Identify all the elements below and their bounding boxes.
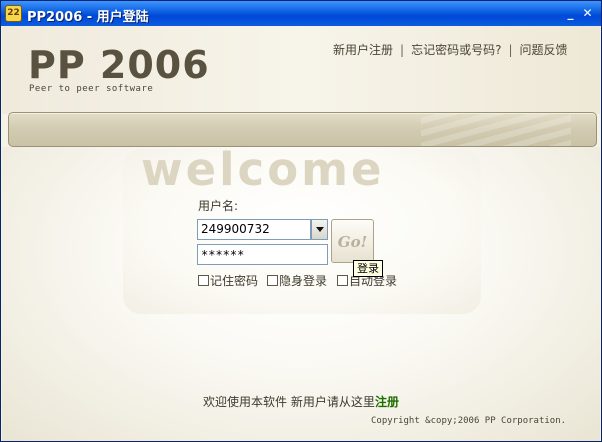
username-label: 用户名: bbox=[198, 199, 239, 213]
checkbox-box[interactable] bbox=[267, 275, 278, 286]
forgot-password-link[interactable]: 忘记密码或号码? bbox=[411, 43, 501, 57]
register-link[interactable]: 注册 bbox=[375, 393, 399, 410]
login-window: 22 PP2006 - 用户登陆 _ ✕ PP 2006 Peer to pee… bbox=[0, 0, 602, 442]
title-bar[interactable]: 22 PP2006 - 用户登陆 _ ✕ bbox=[1, 1, 601, 26]
remember-password-checkbox[interactable]: 记住密码 bbox=[198, 272, 258, 289]
checkbox-box[interactable] bbox=[198, 275, 209, 286]
logo-text: PP 2006 bbox=[28, 43, 210, 87]
header: PP 2006 Peer to peer software 新用户注册 | 忘记密码… bbox=[2, 26, 600, 114]
password-field[interactable]: ****** bbox=[197, 244, 328, 265]
remember-password-label: 记住密码 bbox=[210, 274, 259, 288]
close-button[interactable]: ✕ bbox=[580, 6, 595, 21]
username-combobox[interactable]: 249900732 bbox=[197, 219, 311, 240]
register-link-top[interactable]: 新用户注册 bbox=[333, 43, 393, 57]
copyright-text: Copyright &copy;2006 PP Corporation. bbox=[371, 416, 567, 426]
banner-decoration bbox=[421, 114, 571, 146]
invisible-login-checkbox[interactable]: 隐身登录 bbox=[267, 272, 327, 289]
chevron-down-icon[interactable] bbox=[311, 219, 328, 240]
footer-welcome-text: 欢迎使用本软件 新用户请从这里 bbox=[203, 395, 375, 409]
minimize-button[interactable]: _ bbox=[563, 6, 578, 21]
feedback-link[interactable]: 问题反馈 bbox=[519, 43, 567, 57]
go-login-button[interactable]: Go! bbox=[331, 219, 374, 263]
logo-tagline: Peer to peer software bbox=[29, 84, 154, 94]
link-separator: | bbox=[508, 43, 513, 57]
invisible-login-label: 隐身登录 bbox=[279, 274, 328, 288]
app-icon: 22 bbox=[5, 5, 22, 22]
window-title: PP2006 - 用户登陆 bbox=[27, 10, 149, 25]
link-separator: | bbox=[400, 43, 405, 57]
checkbox-box[interactable] bbox=[337, 275, 348, 286]
welcome-heading: welcome bbox=[141, 143, 385, 196]
top-links: 新用户注册 | 忘记密码或号码? | 问题反馈 bbox=[333, 41, 568, 58]
login-tooltip: 登录 bbox=[353, 260, 383, 277]
